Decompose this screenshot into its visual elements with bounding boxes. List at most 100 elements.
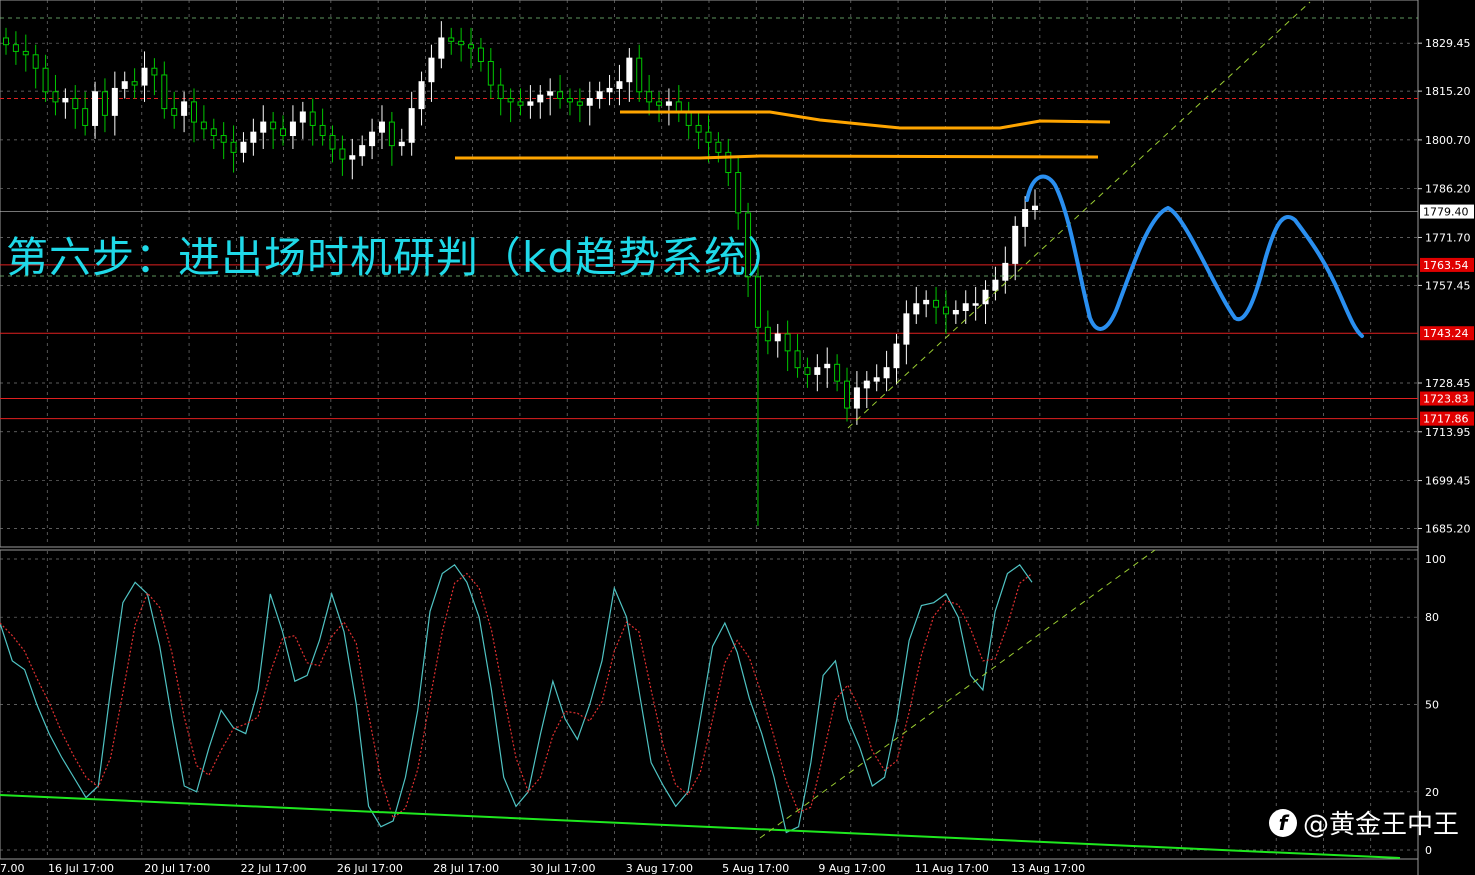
candle-body [62,98,69,103]
candle-body [903,313,910,345]
candle-body [913,303,920,315]
candle-body [181,101,188,116]
candle-body [1012,225,1019,264]
candle-body [537,94,544,103]
candle-body [111,87,118,116]
trading-chart: 1829.45 1815.20 1800.70 1786.20 1771.70 1757.… [0,0,1474,875]
x-tick-label: 3 Aug 17:00 [626,862,693,875]
projected-wave-path [1025,174,1364,338]
orange-level-line [455,154,1099,160]
x-tick-label: 30 Jul 17:00 [530,862,596,875]
candle-body [794,350,801,369]
candle-body [715,141,722,153]
candle-body [586,98,593,106]
candle-body [408,108,415,143]
candle-body [190,101,197,123]
candle-body [725,151,732,174]
x-tick-label: 16 Jul 17:00 [48,862,114,875]
candle-body [438,37,445,59]
candle-body [636,57,643,93]
candle-body [547,91,554,96]
candle-body [289,121,296,137]
candle-body [923,299,930,305]
candle-body [883,367,890,379]
candle-body [171,108,178,116]
candle-body [942,306,949,315]
candle-body [576,101,583,106]
y-tick-label: 1699.45 [1425,475,1471,488]
candle-body [378,121,385,133]
candle-body [359,145,366,157]
y-tick-label: 1829.45 [1425,37,1471,50]
x-tick-label: 26 Jul 17:00 [337,862,403,875]
oscillator-channel-line [759,549,1156,839]
candle-body [250,131,257,143]
candle-body [32,54,39,69]
candle-body [349,155,356,160]
candle-body [121,81,128,89]
osc-tick-label: 100 [1425,553,1446,566]
osc-tick-label: 0 [1425,844,1432,857]
stoch-d-line [0,572,1033,819]
candle-body [398,141,405,147]
candle-body [52,91,59,103]
candle-body [863,380,870,389]
candle-body [844,380,851,409]
candle-body [151,67,158,76]
candle-body [685,111,692,126]
candle-body [675,101,682,113]
candle-body [369,131,376,147]
candle-body [992,279,999,291]
candle-body [507,98,514,103]
candle-body [22,50,29,56]
candle-body [804,367,811,375]
stoch-k-line [0,563,1033,834]
candle-body [458,40,465,46]
candle-body [735,172,742,214]
osc-tick-label: 50 [1425,699,1439,712]
candle-body [1022,209,1029,227]
candle-body [665,101,672,106]
candle-body [388,121,395,147]
oscillator-trend-line [0,794,1401,859]
x-tick-label: 9 Aug 17:00 [818,862,885,875]
candle-body [12,44,19,52]
price-label-text: 1743.24 [1423,327,1469,340]
candle-body [309,111,316,126]
candle-body [764,326,771,342]
candle-body [92,91,99,126]
candle-body [646,91,653,103]
candle-body [933,299,940,308]
x-tick-label: 22 Jul 17:00 [241,862,307,875]
x-tick-label: 13 Aug 17:00 [1011,862,1085,875]
candle-body [853,387,860,409]
price-label-text: 1763.54 [1423,259,1469,272]
candle-body [270,121,277,130]
candle-body [814,367,821,375]
y-tick-label: 1757.45 [1425,279,1471,292]
trend-channel-line [847,1,1311,429]
y-tick-label: 1728.45 [1425,377,1471,390]
candle-body [42,67,49,93]
y-tick-label: 1815.20 [1425,85,1471,98]
candle-body [705,131,712,143]
candle-body [418,81,425,110]
osc-tick-label: 80 [1425,611,1439,624]
x-tick-label: 7.00 [0,862,25,875]
candle-body [566,98,573,103]
candle-body [141,67,148,86]
candle-body [606,87,613,93]
candle-body [161,74,168,110]
candle-body [428,57,435,83]
candle-body [260,121,267,133]
candle-body [695,124,702,133]
candle-body [448,37,455,42]
price-label-text: 1717.86 [1423,413,1469,426]
x-tick-label: 5 Aug 17:00 [722,862,789,875]
candle-body [3,37,9,46]
candle-body [210,128,217,137]
watermark-text: @黄金王中王 [1302,810,1459,840]
y-tick-label: 1786.20 [1425,183,1471,196]
candle-body [656,101,663,106]
candle-body [1032,205,1038,211]
